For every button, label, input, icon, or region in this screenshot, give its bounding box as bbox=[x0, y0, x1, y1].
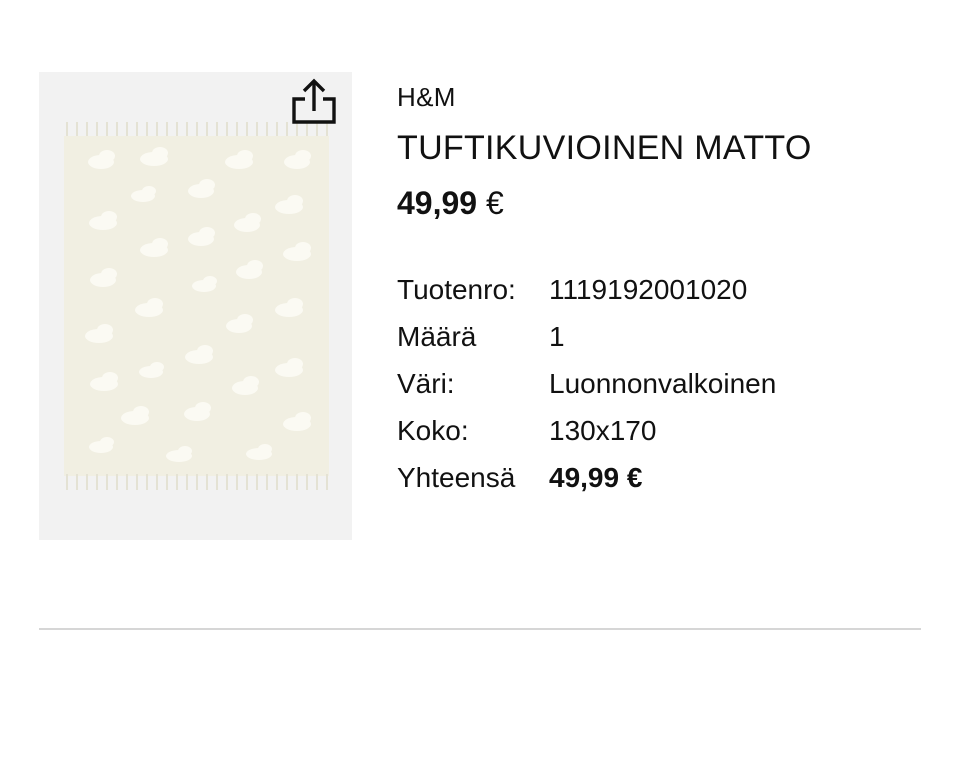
brand-name: H&M bbox=[397, 82, 456, 112]
detail-value: 1 bbox=[549, 321, 565, 352]
product-price: 49,99 € bbox=[397, 183, 504, 223]
rug-fringe-top bbox=[66, 122, 328, 138]
share-button[interactable] bbox=[289, 77, 337, 125]
detail-label: Koko: bbox=[397, 415, 469, 446]
detail-label: Yhteensä bbox=[397, 462, 516, 493]
detail-value: Luonnonvalkoinen bbox=[549, 368, 777, 399]
product-image[interactable] bbox=[39, 72, 352, 540]
product-title: TUFTIKUVIOINEN MATTO bbox=[397, 129, 812, 167]
detail-label: Määrä bbox=[397, 321, 477, 352]
price-currency: € bbox=[485, 185, 504, 221]
rug-fringe-bottom bbox=[66, 474, 328, 490]
detail-label: Tuotenro: bbox=[397, 274, 516, 305]
rug-illustration bbox=[64, 122, 329, 490]
divider bbox=[39, 628, 921, 630]
detail-value-total: 49,99 € bbox=[549, 462, 643, 493]
share-icon bbox=[292, 78, 336, 124]
detail-value: 130x170 bbox=[549, 415, 657, 446]
detail-value: 1119192001020 bbox=[549, 274, 748, 305]
detail-label: Väri: bbox=[397, 368, 455, 399]
price-amount: 49,99 bbox=[397, 185, 478, 221]
